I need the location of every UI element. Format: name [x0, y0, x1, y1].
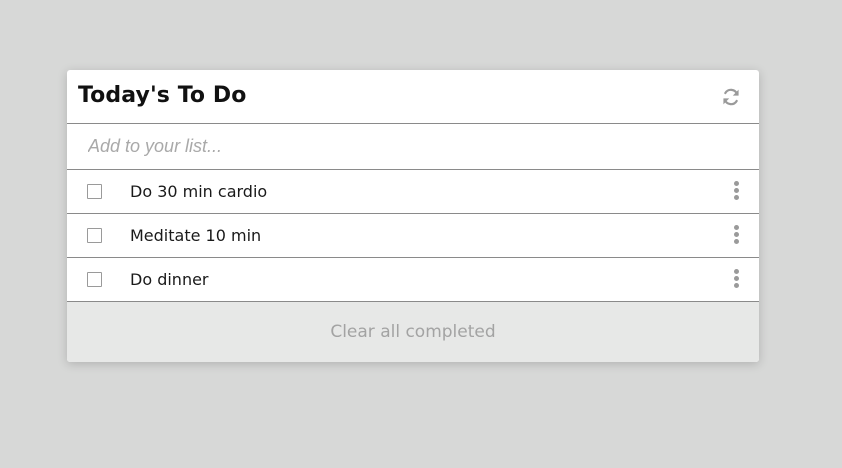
- item-checkbox[interactable]: [87, 228, 102, 243]
- item-checkbox[interactable]: [87, 184, 102, 199]
- list-item: Do dinner: [67, 258, 759, 302]
- item-label: Meditate 10 min: [130, 226, 262, 245]
- todo-card: Today's To Do Do 30 min cardio Meditate …: [67, 70, 759, 362]
- item-label: Do dinner: [130, 270, 209, 289]
- more-options-icon[interactable]: [731, 269, 741, 289]
- item-label: Do 30 min cardio: [130, 182, 268, 201]
- clear-completed-button[interactable]: Clear all completed: [67, 302, 759, 362]
- list-item: Do 30 min cardio: [67, 170, 759, 214]
- page-title: Today's To Do: [78, 83, 247, 108]
- more-options-icon[interactable]: [731, 181, 741, 201]
- more-options-icon[interactable]: [731, 225, 741, 245]
- card-header: Today's To Do: [67, 70, 759, 124]
- add-item-input[interactable]: [67, 124, 759, 169]
- list-item: Meditate 10 min: [67, 214, 759, 258]
- refresh-icon[interactable]: [721, 87, 741, 107]
- item-checkbox[interactable]: [87, 272, 102, 287]
- add-item-row: [67, 124, 759, 170]
